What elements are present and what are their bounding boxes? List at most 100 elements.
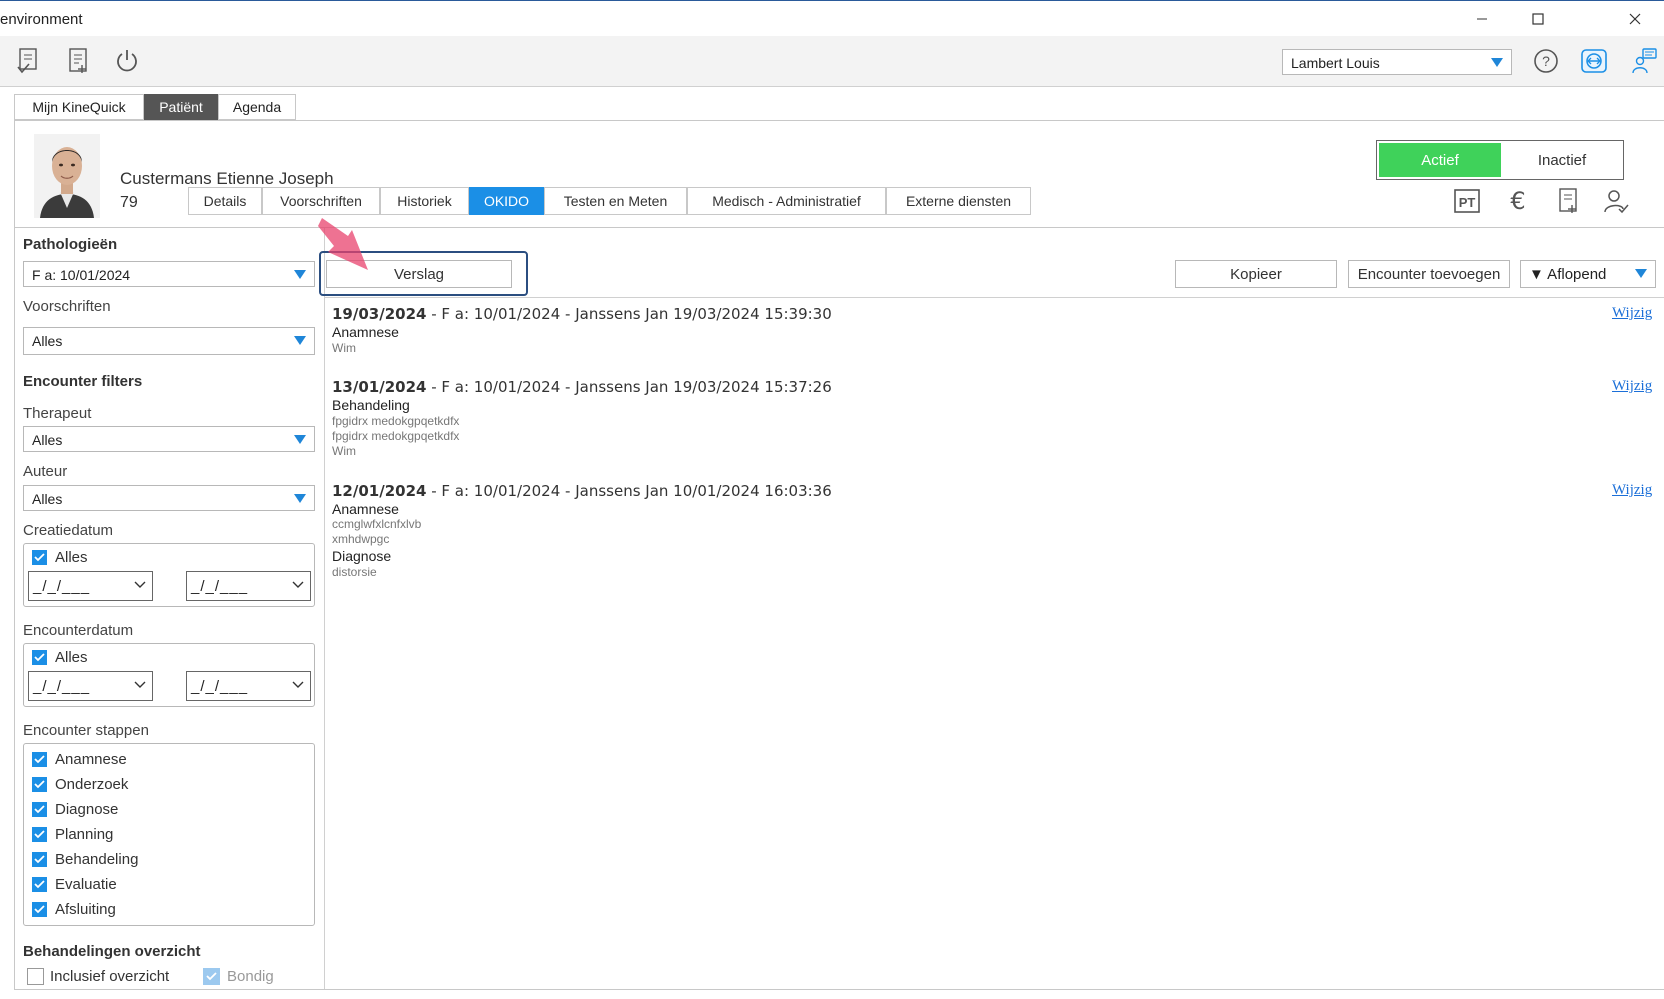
creation-all-checkbox[interactable] [32,550,47,565]
document-add-icon [69,48,87,73]
therapist-select[interactable]: Alles [23,426,315,452]
help-icon: ? [1534,49,1558,73]
window-titlebar: environment [0,0,1664,37]
power-button[interactable] [110,44,144,78]
tab-patient[interactable]: Patiënt [144,94,218,120]
encounter-note: Wim [332,341,356,355]
tab-voorschriften[interactable]: Voorschriften [262,187,380,215]
encounter-from-date[interactable]: _/_/___ [28,671,153,701]
bottom-divider [14,989,1664,990]
tab-historiek[interactable]: Historiek [380,187,469,215]
concise-checkbox[interactable] [203,968,220,985]
tab-testen-en-meten[interactable]: Testen en Meten [544,187,687,215]
creation-to-date[interactable]: _/_/___ [186,571,311,601]
encounter-header: 12/01/2024 - F a: 10/01/2024 - Janssens … [332,482,832,500]
creation-date-label: Creatiedatum [23,522,114,539]
user-select[interactable]: Lambert Louis [1282,49,1512,75]
author-select[interactable]: Alles [23,485,315,511]
edit-encounter-link[interactable]: Wijzig [1612,305,1652,322]
euro-button[interactable]: € [1503,186,1533,216]
pt-icon: PT [1454,189,1480,213]
author-label: Auteur [23,463,68,480]
encounter-note: Wim [332,444,356,458]
encounter-all-checkbox[interactable] [32,650,47,665]
status-actief-button[interactable]: Actief [1379,143,1501,177]
tab-mijn-kinequick[interactable]: Mijn KineQuick [14,94,144,120]
document-check-button[interactable] [11,44,45,78]
avatar [34,134,100,218]
close-icon [1629,13,1641,25]
step-onderzoek-label: Onderzoek [55,776,129,793]
tab-medisch-administratief[interactable]: Medisch - Administratief [687,187,886,215]
encounter-all-label: Alles [55,649,88,666]
document-add-header-button[interactable] [1553,186,1583,216]
encounter-to-date[interactable]: _/_/___ [186,671,311,701]
step-onderzoek-checkbox[interactable] [32,777,47,792]
creation-all-label: Alles [55,549,88,566]
minimize-button[interactable] [1459,5,1505,33]
pathologies-title: Pathologieën [23,236,118,253]
person-check-icon [1604,190,1629,214]
window-title: environment [0,11,83,28]
checkmark-icon [34,755,45,764]
copy-button[interactable]: Kopieer [1175,260,1337,288]
chat-user-icon [1632,48,1657,74]
remote-support-icon [1581,49,1607,73]
maximize-button[interactable] [1515,5,1561,33]
sort-select[interactable]: ▼ Aflopend [1520,260,1656,288]
creation-from-date[interactable]: _/_/___ [28,571,153,601]
status-inactief-button[interactable]: Inactief [1503,143,1621,177]
svg-text:€: € [1510,187,1525,215]
chat-button[interactable] [1627,44,1661,78]
chevron-down-icon [292,581,304,588]
step-planning-label: Planning [55,826,114,843]
pathology-select[interactable]: F a: 10/01/2024 [23,261,315,287]
close-button[interactable] [1612,5,1658,33]
step-behandeling-label: Behandeling [55,851,139,868]
chevron-down-icon [294,494,306,503]
encounter-header: 13/01/2024 - F a: 10/01/2024 - Janssens … [332,378,832,396]
tab-details[interactable]: Details [188,187,262,215]
step-behandeling-checkbox[interactable] [32,852,47,867]
euro-icon: € [1510,187,1525,215]
chevron-down-icon [134,581,146,588]
power-icon [117,50,137,72]
svg-text:PT: PT [1459,195,1476,210]
edit-encounter-link[interactable]: Wijzig [1612,378,1652,395]
document-check-icon [17,48,37,74]
encounter-note: fpgidrx medokgpqetkdfx [332,429,460,443]
user-select-value: Lambert Louis [1291,55,1380,71]
encounter-step: Anamnese [332,501,399,517]
step-evaluatie-checkbox[interactable] [32,877,47,892]
checkmark-icon [34,830,45,839]
tab-externe-diensten[interactable]: Externe diensten [886,187,1031,215]
help-button[interactable]: ? [1529,44,1563,78]
patient-number: 79 [120,194,138,211]
tab-agenda[interactable]: Agenda [218,94,296,120]
concise-label: Bondig [227,968,274,985]
checkmark-icon [34,653,45,662]
pt-button[interactable]: PT [1452,186,1482,216]
remote-support-button[interactable] [1577,44,1611,78]
pointer-arrow-icon [318,218,368,270]
add-encounter-button[interactable]: Encounter toevoegen [1348,260,1510,288]
steps-label: Encounter stappen [23,722,149,739]
inclusive-overview-checkbox[interactable] [27,968,44,985]
step-diagnose-checkbox[interactable] [32,802,47,817]
chevron-down-icon [134,681,146,688]
step-anamnese-checkbox[interactable] [32,752,47,767]
step-planning-checkbox[interactable] [32,827,47,842]
encounter-step: Behandeling [332,397,410,413]
document-add-button[interactable] [61,44,95,78]
checkmark-icon [34,805,45,814]
prescriptions-select[interactable]: Alles [23,327,315,355]
edit-encounter-link[interactable]: Wijzig [1612,482,1652,499]
person-check-button[interactable] [1601,186,1631,216]
toolbar: Lambert Louis ? [0,36,1664,87]
tab-okido[interactable]: OKIDO [469,187,544,215]
checkmark-icon [206,972,217,981]
encounter-note: fpgidrx medokgpqetkdfx [332,414,460,428]
encounter-note: xmhdwpgc [332,532,390,546]
patient-photo [34,134,100,218]
step-afsluiting-checkbox[interactable] [32,902,47,917]
